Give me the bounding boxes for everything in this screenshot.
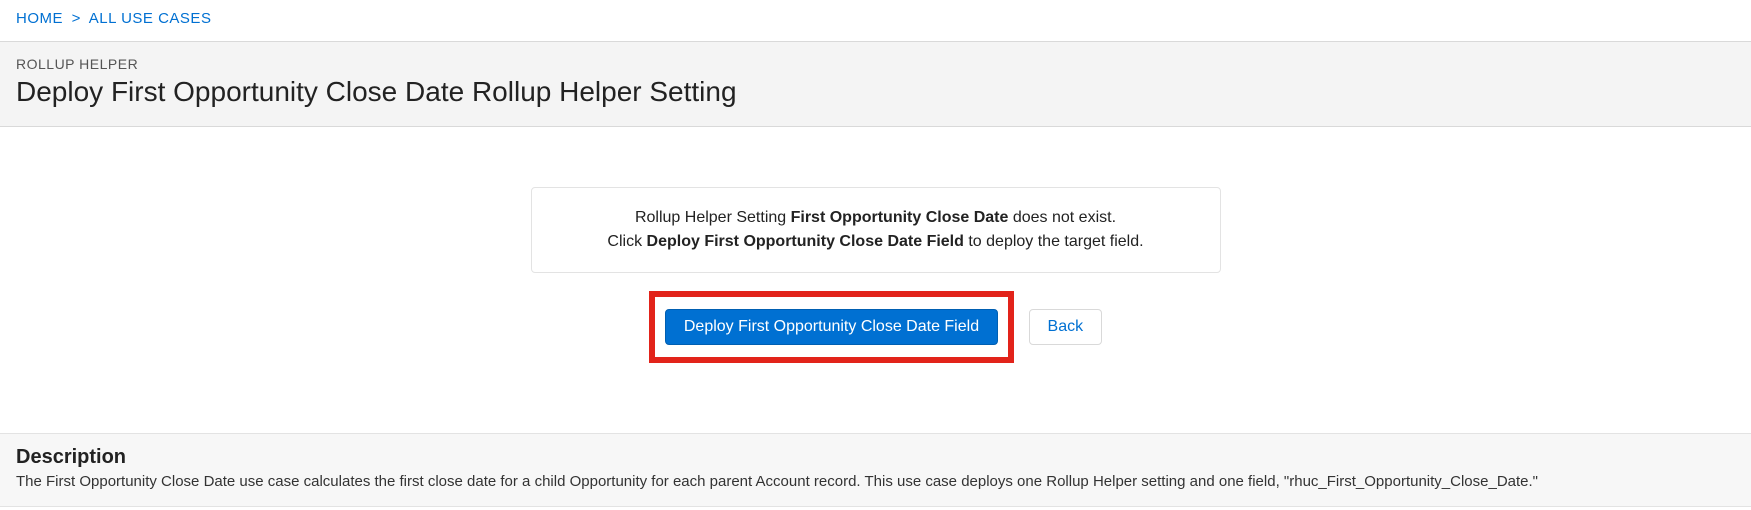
page-eyebrow: ROLLUP HELPER [16,56,1735,72]
notice-box: Rollup Helper Setting First Opportunity … [531,187,1221,273]
content-area: Rollup Helper Setting First Opportunity … [0,127,1751,393]
highlight-frame: Deploy First Opportunity Close Date Fiel… [649,291,1014,363]
page-header: ROLLUP HELPER Deploy First Opportunity C… [0,41,1751,127]
button-row: Deploy First Opportunity Close Date Fiel… [531,291,1221,363]
deploy-button[interactable]: Deploy First Opportunity Close Date Fiel… [665,309,998,345]
description-heading: Description [16,446,1735,469]
breadcrumb: HOME > ALL USE CASES [0,0,1751,41]
breadcrumb-separator: > [68,10,85,27]
breadcrumb-all-use-cases-link[interactable]: ALL USE CASES [89,10,212,27]
notice-line-1: Rollup Helper Setting First Opportunity … [552,206,1200,230]
notice-line2-bold: Deploy First Opportunity Close Date Fiel… [647,233,964,250]
notice-line1-pre: Rollup Helper Setting [635,209,791,226]
breadcrumb-home-link[interactable]: HOME [16,10,63,27]
notice-line-2: Click Deploy First Opportunity Close Dat… [552,230,1200,254]
notice-line2-post: to deploy the target field. [964,233,1144,250]
back-button[interactable]: Back [1029,309,1103,345]
notice-line1-bold: First Opportunity Close Date [791,209,1009,226]
notice-line1-post: does not exist. [1008,209,1116,226]
description-body: The First Opportunity Close Date use cas… [16,473,1735,490]
page-title: Deploy First Opportunity Close Date Roll… [16,76,1735,108]
description-section: Description The First Opportunity Close … [0,433,1751,507]
notice-line2-pre: Click [607,233,646,250]
